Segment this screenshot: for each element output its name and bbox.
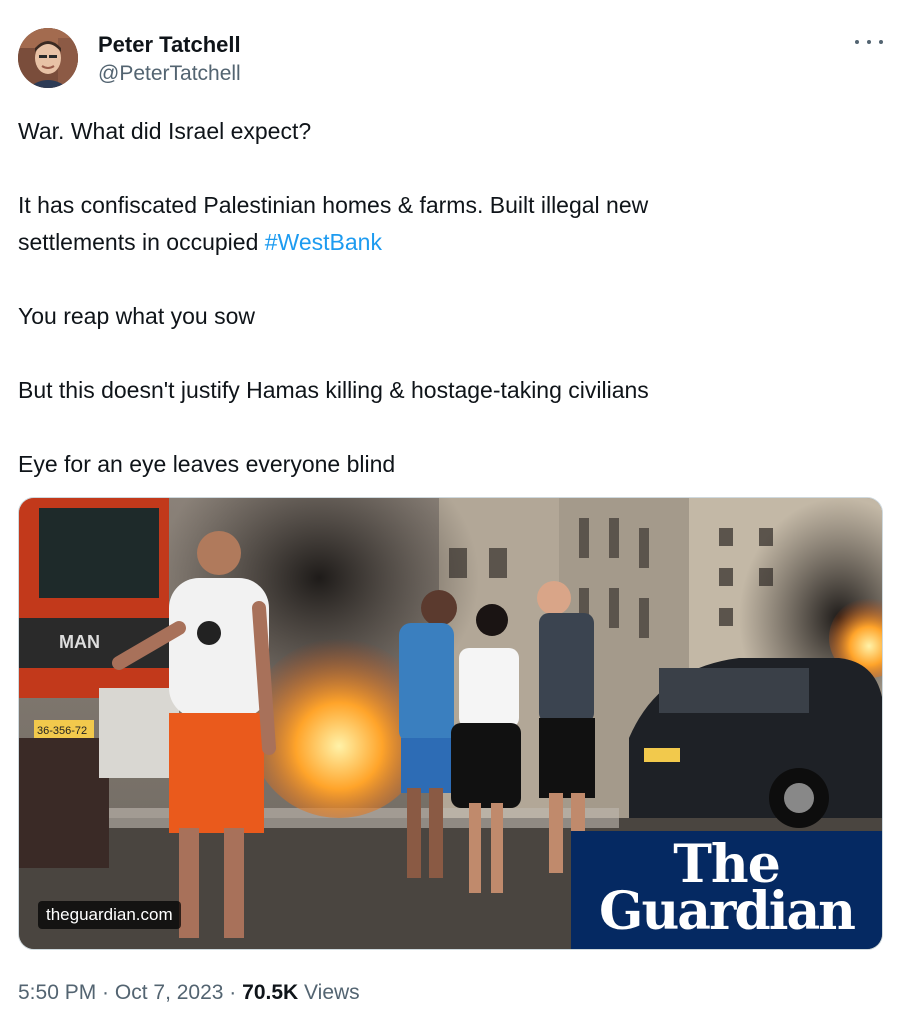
- more-options-icon[interactable]: [855, 32, 883, 52]
- profile-photo: [18, 28, 78, 88]
- separator: ·: [96, 981, 115, 1004]
- author-display-name[interactable]: Peter Tatchell: [98, 32, 241, 58]
- tweet-line: War. What did Israel expect?: [18, 118, 312, 144]
- plate-text: 36-356-72: [37, 725, 87, 737]
- author-handle[interactable]: @PeterTatchell: [98, 61, 241, 87]
- link-card-image[interactable]: MAN 36-356-72 theguardian.com The Guardi…: [18, 497, 883, 950]
- hashtag-link[interactable]: #WestBank: [265, 229, 382, 255]
- logo-line: Guardian: [599, 881, 856, 942]
- tweet-time[interactable]: 5:50 PM: [18, 981, 96, 1004]
- dot: [867, 40, 871, 44]
- dot: [855, 40, 859, 44]
- avatar[interactable]: [18, 28, 78, 88]
- dot: [879, 40, 883, 44]
- tweet-date[interactable]: Oct 7, 2023: [115, 981, 224, 1004]
- tweet-text: War. What did Israel expect? It has conf…: [18, 113, 888, 483]
- tweet-header: Peter Tatchell @PeterTatchell: [18, 28, 241, 88]
- truck-logo-text: MAN: [59, 632, 100, 652]
- views-label: Views: [298, 981, 360, 1004]
- separator: ·: [223, 981, 243, 1004]
- tweet-line: Eye for an eye leaves everyone blind: [18, 451, 396, 477]
- author-names: Peter Tatchell @PeterTatchell: [98, 32, 241, 87]
- card-domain: theguardian.com: [38, 901, 181, 929]
- views-count: 70.5K: [242, 981, 299, 1004]
- tweet-line: settlements in occupied #WestBank: [18, 224, 888, 261]
- tweet-line-text: settlements in occupied: [18, 229, 265, 255]
- tweet-meta: 5:50 PM · Oct 7, 2023 · 70.5K Views: [18, 978, 360, 1008]
- tweet-line: You reap what you sow: [18, 303, 255, 329]
- tweet-line: It has confiscated Palestinian homes & f…: [18, 192, 649, 218]
- tweet-card: Peter Tatchell @PeterTatchell War. What …: [0, 0, 911, 1024]
- tweet-line: But this doesn't justify Hamas killing &…: [18, 377, 649, 403]
- guardian-logo: The Guardian: [571, 831, 882, 949]
